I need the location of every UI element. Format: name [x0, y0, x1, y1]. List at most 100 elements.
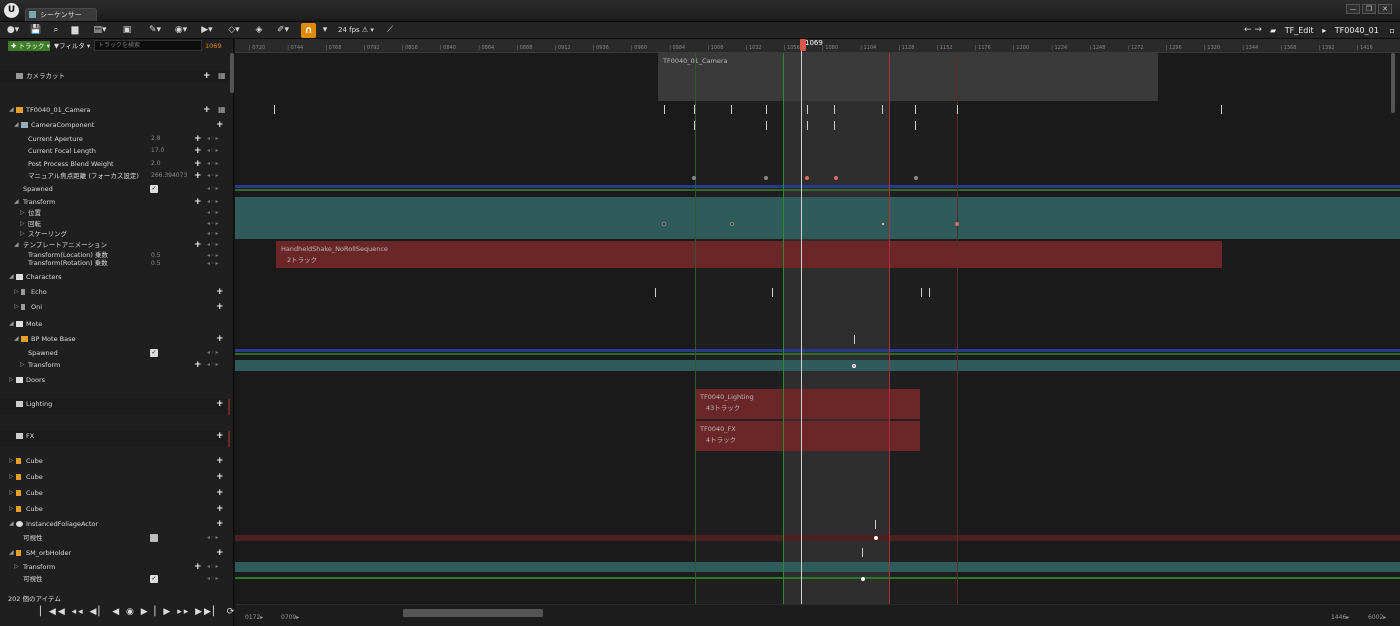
property-value[interactable]: 2.8: [151, 134, 161, 144]
collapse-arrow-icon[interactable]: ▷: [9, 504, 14, 514]
key-tick[interactable]: [766, 105, 767, 114]
fx-section[interactable]: TF0040_FX 4トラック: [695, 421, 920, 451]
key-tick[interactable]: [274, 105, 275, 114]
key-tick[interactable]: [834, 121, 835, 130]
keyframe-selected[interactable]: [805, 176, 809, 180]
playhead-line[interactable]: [801, 47, 802, 604]
breadcrumb-root[interactable]: TF_Edit: [1285, 26, 1314, 35]
key-nav-controls[interactable]: ◂◦▸: [207, 171, 220, 181]
collapse-arrow-icon[interactable]: ▷: [9, 488, 14, 498]
minimize-button[interactable]: —: [1346, 4, 1360, 14]
property-value[interactable]: 0.5: [151, 259, 161, 268]
add-key-icon[interactable]: +: [194, 360, 202, 370]
keyframe-selected[interactable]: [834, 176, 838, 180]
key-nav-controls[interactable]: ◂◦▸: [207, 360, 220, 370]
lighting-section[interactable]: TF0040_Lighting 43トラック: [695, 389, 920, 419]
key-tick[interactable]: [766, 121, 767, 130]
key-nav-controls[interactable]: ◂◦▸: [207, 348, 220, 358]
add-icon[interactable]: +: [216, 399, 224, 409]
breadcrumb-leaf[interactable]: TF0040_01: [1335, 26, 1379, 35]
keyframe[interactable]: [881, 222, 885, 226]
key-nav-controls[interactable]: ◂◦▸: [207, 574, 220, 584]
key-nav-controls[interactable]: ◂◦▸: [207, 533, 220, 543]
shake-section[interactable]: HandheldShake_NoRollSequence 2トラック: [276, 241, 1222, 268]
expand-arrow-icon[interactable]: ◢: [9, 548, 14, 558]
keyframe[interactable]: [764, 176, 768, 180]
add-icon[interactable]: +: [216, 504, 224, 514]
key-tick[interactable]: [921, 288, 922, 297]
track-list-scrollbar[interactable]: [230, 53, 234, 93]
save-icon[interactable]: 💾: [29, 24, 43, 37]
expand-arrow-icon[interactable]: ◢: [14, 120, 19, 130]
key-tick[interactable]: [915, 121, 916, 130]
add-icon[interactable]: +: [216, 287, 224, 297]
property-value[interactable]: 17.0: [151, 146, 164, 156]
add-key-icon[interactable]: +: [194, 146, 202, 156]
play-icon[interactable]: ▶▾: [198, 24, 216, 37]
key-nav-controls[interactable]: ◂◦▸: [207, 219, 220, 229]
keyframe[interactable]: [730, 222, 734, 226]
expand-arrow-icon[interactable]: ◢: [14, 197, 19, 207]
keyframe[interactable]: [662, 222, 666, 226]
eye-icon[interactable]: ◉▾: [170, 24, 192, 37]
key-tick[interactable]: [1221, 105, 1222, 114]
add-key-icon[interactable]: +: [194, 134, 202, 144]
key-tick[interactable]: [882, 105, 883, 114]
add-icon[interactable]: +: [203, 105, 211, 115]
key-tick[interactable]: [772, 288, 773, 297]
expand-arrow-icon[interactable]: ◢: [9, 519, 14, 529]
add-icon[interactable]: +: [216, 548, 224, 558]
add-key-icon[interactable]: +: [194, 197, 202, 207]
keyframe-icon[interactable]: ◇▾: [224, 24, 244, 37]
selection-start-line[interactable]: [783, 53, 784, 604]
clapper-icon[interactable]: ▤▾: [88, 24, 112, 37]
maximize-button[interactable]: ❐: [1362, 4, 1376, 14]
camera-icon[interactable]: ▆: [68, 24, 82, 37]
key-nav-controls[interactable]: ◂◦▸: [207, 208, 220, 218]
key-tick[interactable]: [807, 121, 808, 130]
collapse-arrow-icon[interactable]: ▷: [9, 456, 14, 466]
expand-arrow-icon[interactable]: ◢: [9, 105, 14, 115]
add-track-button[interactable]: ✚ トラック ▾: [8, 41, 50, 51]
selection-end-line[interactable]: [889, 53, 890, 604]
brush-icon[interactable]: ✐▾: [272, 24, 294, 37]
timeline-horizontal-scrollbar[interactable]: [403, 609, 543, 617]
key-nav-controls[interactable]: ◂◦▸: [207, 159, 220, 169]
key-tick[interactable]: [875, 520, 876, 529]
visibility-checkbox[interactable]: ✓: [150, 575, 158, 583]
add-icon[interactable]: +: [216, 334, 224, 344]
key-tick[interactable]: [664, 105, 665, 114]
tools-icon[interactable]: ✎▾: [144, 24, 166, 37]
key-tick[interactable]: [834, 105, 835, 114]
spawned-checkbox[interactable]: ✓: [150, 349, 158, 357]
options-icon[interactable]: ▦: [218, 105, 226, 115]
add-icon[interactable]: +: [216, 488, 224, 498]
keyframe[interactable]: [955, 222, 959, 226]
add-icon[interactable]: +: [216, 456, 224, 466]
add-icon[interactable]: +: [216, 302, 224, 312]
lock-icon[interactable]: ▫: [1389, 26, 1394, 35]
keyframe[interactable]: [914, 176, 918, 180]
track-lighting[interactable]: Lighting +: [0, 399, 230, 415]
add-icon[interactable]: +: [216, 120, 224, 130]
collapse-arrow-icon[interactable]: ▷: [20, 229, 25, 239]
expand-arrow-icon[interactable]: ◢: [9, 319, 14, 329]
camera-section[interactable]: TF0040_01_Camera: [658, 53, 1158, 101]
add-icon[interactable]: +: [216, 519, 224, 529]
property-value[interactable]: 2.0: [151, 159, 161, 169]
collapse-arrow-icon[interactable]: ▷: [14, 562, 19, 572]
render-icon[interactable]: ▣: [120, 24, 134, 37]
view-start-frame[interactable]: 0172▸: [245, 614, 263, 621]
collapse-arrow-icon[interactable]: ▷: [9, 375, 14, 385]
in-frame[interactable]: 0709▸: [281, 614, 299, 621]
keyframe-selected[interactable]: [852, 364, 856, 368]
add-key-icon[interactable]: +: [194, 159, 202, 169]
transport-controls[interactable]: ▏◀◀ ◂◂ ◀▏ ◀ ◉ ▶ ▏▶ ▸▸ ▶▶▏ ⟳: [40, 606, 236, 618]
add-key-icon[interactable]: +: [194, 240, 202, 250]
collapse-arrow-icon[interactable]: ▷: [20, 219, 25, 229]
curve-editor-icon[interactable]: ⟋: [383, 24, 397, 37]
collapse-arrow-icon[interactable]: ▷: [14, 302, 19, 312]
transform-section[interactable]: [235, 197, 1400, 239]
visibility-checkbox[interactable]: ✓: [150, 534, 158, 542]
key-nav-controls[interactable]: ◂◦▸: [207, 229, 220, 239]
